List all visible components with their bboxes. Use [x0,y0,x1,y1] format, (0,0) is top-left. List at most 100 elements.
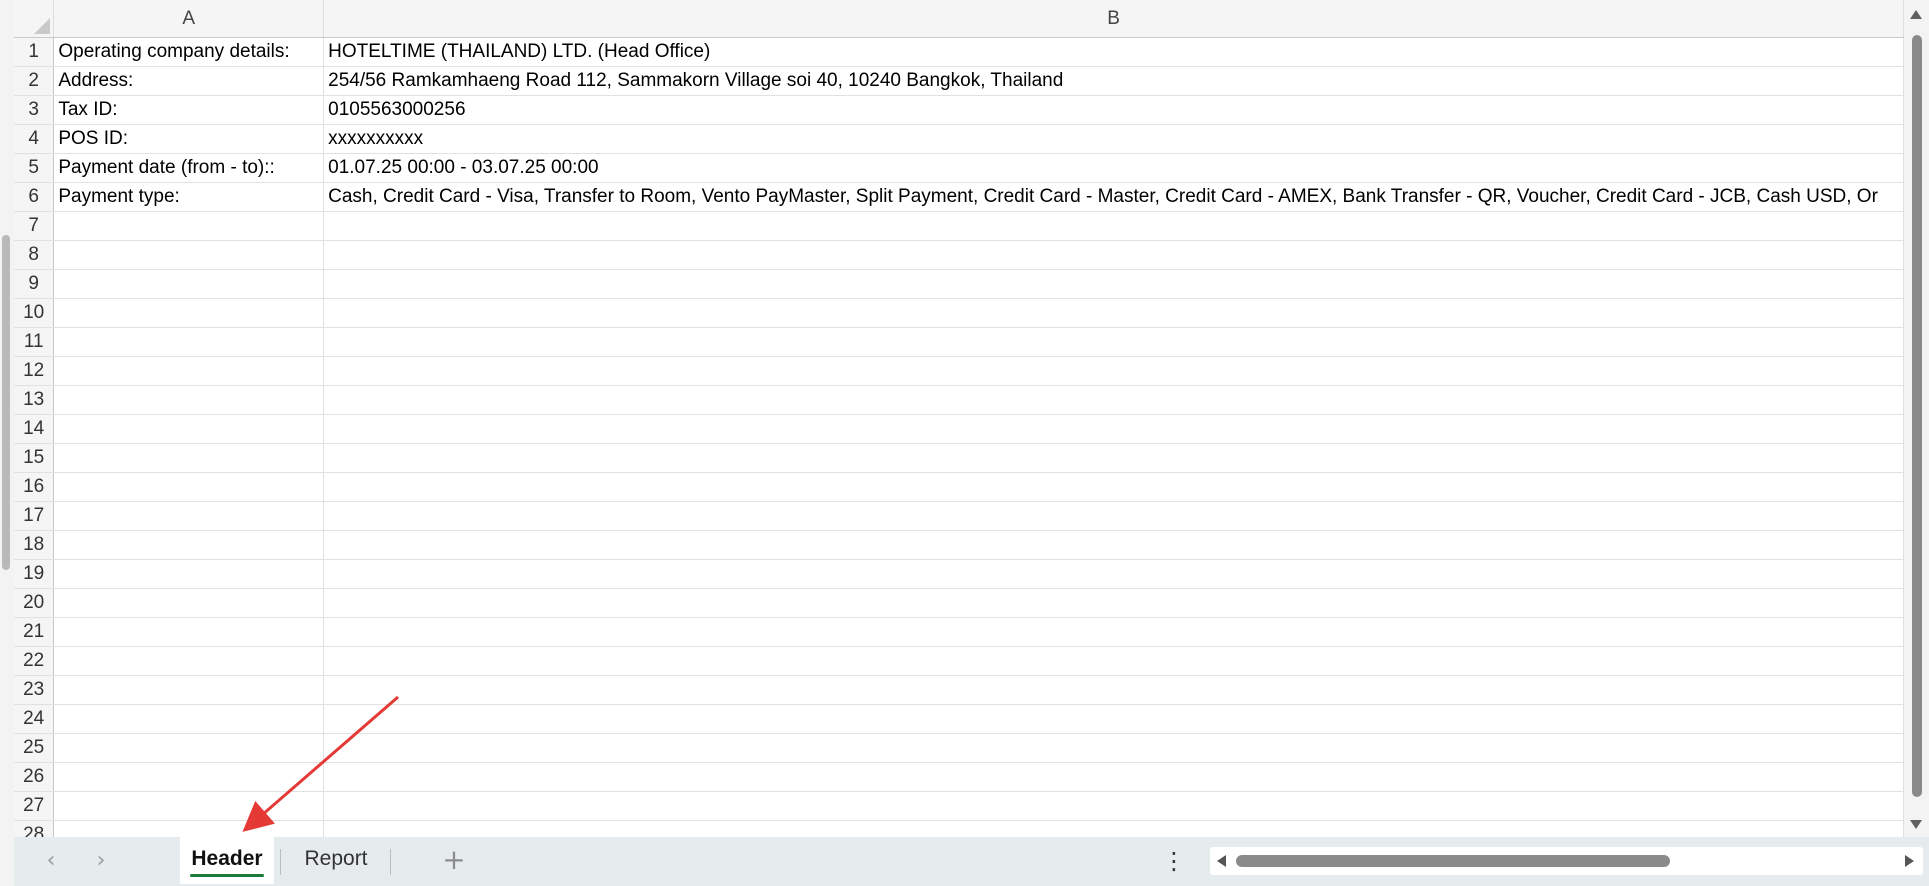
cell-b[interactable]: xxxxxxxxxx [323,124,1904,154]
cell-b[interactable] [323,298,1904,328]
chevron-right-icon[interactable]: › [86,847,116,875]
row-header[interactable]: 2 [14,66,55,96]
cell-b[interactable] [323,646,1904,676]
row-header[interactable]: 10 [14,298,55,328]
cell-b[interactable] [323,472,1904,502]
row-header[interactable]: 15 [14,443,55,473]
row-header[interactable]: 23 [14,675,55,705]
cell-a[interactable] [53,356,325,386]
row-header[interactable]: 25 [14,733,55,763]
row-header[interactable]: 16 [14,472,55,502]
row-header[interactable]: 13 [14,385,55,415]
cell-b[interactable]: 01.07.25 00:00 - 03.07.25 00:00 [323,153,1904,183]
cell-a[interactable] [53,269,325,299]
cell-a[interactable] [53,327,325,357]
row-header[interactable]: 3 [14,95,55,125]
select-all-corner[interactable] [14,0,55,38]
row-header[interactable]: 26 [14,762,55,792]
cell-a[interactable] [53,588,325,618]
column-header-b[interactable]: B [323,0,1904,38]
row-header[interactable]: 24 [14,704,55,734]
cell-b[interactable]: HOTELTIME (THAILAND) LTD. (Head Office) [323,37,1904,67]
cell-a[interactable]: Address: [53,66,325,96]
left-scroll-thumb[interactable] [2,235,10,570]
cell-a[interactable]: Operating company details: [53,37,325,67]
chevron-left-icon[interactable]: ‹ [36,847,66,875]
cell-a[interactable] [53,646,325,676]
cell-a[interactable] [53,762,325,792]
row-header[interactable]: 18 [14,530,55,560]
cell-a[interactable]: Payment date (from - to):: [53,153,325,183]
horizontal-scrollbar[interactable] [1210,847,1923,875]
cell-b[interactable] [323,733,1904,763]
row-header[interactable]: 5 [14,153,55,183]
cell-b[interactable] [323,327,1904,357]
plus-icon[interactable]: + [438,845,470,877]
row-header[interactable]: 21 [14,617,55,647]
cell-a[interactable]: Payment type: [53,182,325,212]
row-header[interactable]: 20 [14,588,55,618]
cell-a[interactable]: POS ID: [53,124,325,154]
cell-b[interactable] [323,704,1904,734]
cell-a[interactable] [53,704,325,734]
cell-a[interactable] [53,414,325,444]
cell-b[interactable] [323,443,1904,473]
column-header-a[interactable]: A [53,0,325,38]
row-header[interactable]: 4 [14,124,55,154]
row-header[interactable]: 8 [14,240,55,270]
row-header[interactable]: 11 [14,327,55,357]
cell-a[interactable] [53,211,325,241]
row-header[interactable]: 19 [14,559,55,589]
row-header[interactable]: 6 [14,182,55,212]
scroll-left-arrow-icon[interactable] [1217,855,1226,867]
row-header[interactable]: 28 [14,820,55,837]
row-header[interactable]: 1 [14,37,55,67]
cell-b[interactable] [323,559,1904,589]
cell-a[interactable] [53,298,325,328]
cell-a[interactable] [53,617,325,647]
row-header[interactable]: 22 [14,646,55,676]
cell-a[interactable] [53,733,325,763]
cell-a[interactable] [53,443,325,473]
scroll-up-arrow-icon[interactable] [1910,10,1922,19]
cell-b[interactable] [323,211,1904,241]
row-header[interactable]: 9 [14,269,55,299]
scroll-down-arrow-icon[interactable] [1910,820,1922,829]
cell-a[interactable]: Tax ID: [53,95,325,125]
row-header[interactable]: 14 [14,414,55,444]
vertical-scroll-thumb[interactable] [1912,35,1922,797]
cell-a[interactable] [53,820,325,837]
cell-a[interactable] [53,675,325,705]
cell-a[interactable] [53,501,325,531]
cell-a[interactable] [53,240,325,270]
tab-report[interactable]: Report [286,837,386,884]
cell-b[interactable] [323,617,1904,647]
cell-b[interactable] [323,385,1904,415]
cell-b[interactable] [323,356,1904,386]
cell-b[interactable] [323,269,1904,299]
row-header[interactable]: 17 [14,501,55,531]
tab-header[interactable]: Header [180,837,274,884]
cell-b[interactable] [323,762,1904,792]
cell-a[interactable] [53,559,325,589]
row-header[interactable]: 12 [14,356,55,386]
more-vertical-icon[interactable]: ⋮ [1162,845,1186,877]
vertical-scrollbar[interactable] [1904,0,1929,837]
cell-b[interactable] [323,414,1904,444]
cell-b[interactable] [323,675,1904,705]
cell-b[interactable] [323,791,1904,821]
cell-b[interactable]: 0105563000256 [323,95,1904,125]
row-header[interactable]: 7 [14,211,55,241]
cell-b[interactable] [323,530,1904,560]
cell-b[interactable] [323,588,1904,618]
cell-a[interactable] [53,791,325,821]
row-header[interactable]: 27 [14,791,55,821]
horizontal-scroll-thumb[interactable] [1236,855,1670,867]
cell-b[interactable] [323,820,1904,837]
cell-b[interactable] [323,240,1904,270]
cell-b[interactable]: 254/56 Ramkamhaeng Road 112, Sammakorn V… [323,66,1904,96]
cell-b[interactable] [323,501,1904,531]
cell-a[interactable] [53,530,325,560]
cell-a[interactable] [53,385,325,415]
scroll-right-arrow-icon[interactable] [1905,855,1914,867]
